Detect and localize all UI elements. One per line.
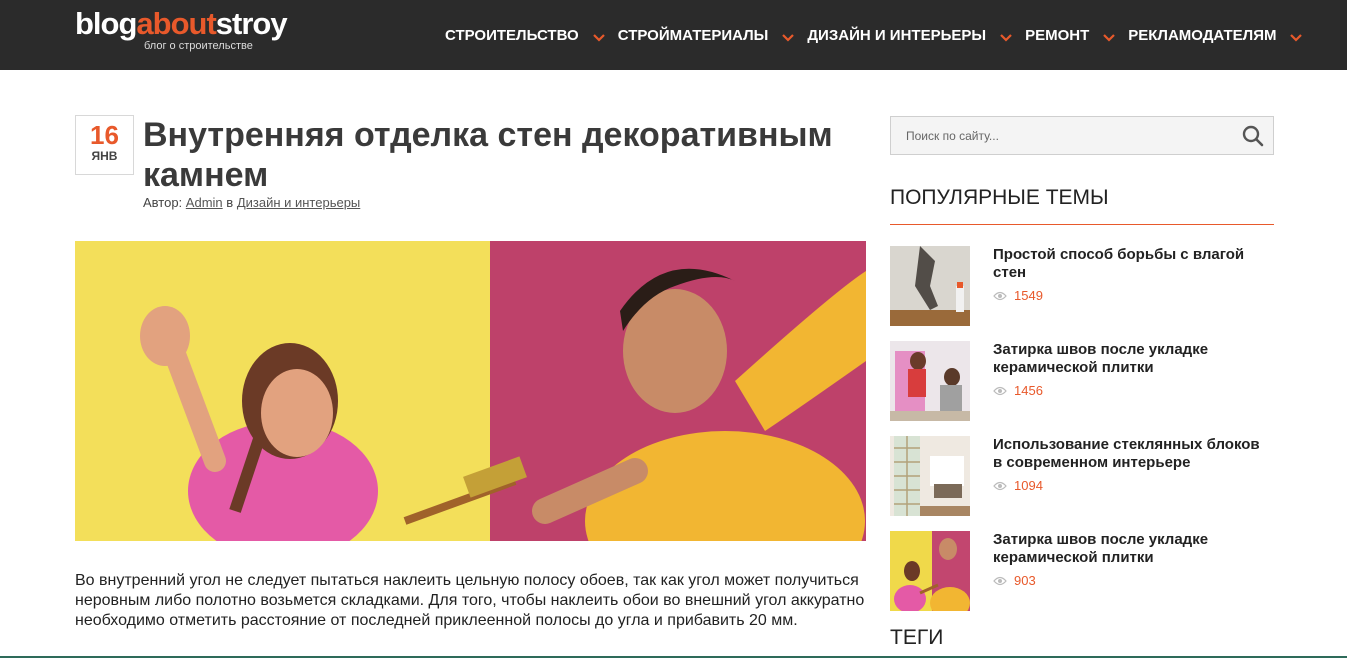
eye-icon [993, 576, 1007, 586]
nav-item-design[interactable]: Дизайн и интерьеры [794, 0, 1012, 70]
main-nav: Строительство Стройматериалы Дизайн и ин… [432, 0, 1303, 70]
search-icon[interactable] [1241, 124, 1265, 148]
nav-label: Дизайн и интерьеры [807, 26, 987, 44]
chevron-down-icon [1000, 34, 1012, 42]
popular-item-views: 1549 [993, 288, 1043, 303]
popular-item-thumbnail [890, 341, 970, 421]
site-header: blogaboutstroy блог о строительстве Стро… [0, 0, 1347, 70]
popular-item-views: 903 [993, 573, 1036, 588]
chevron-down-icon [1103, 34, 1116, 42]
post-title: Внутренняя отделка стен декоративным кам… [143, 116, 833, 194]
author-link[interactable]: Admin [186, 195, 223, 210]
post-date-badge: 16 янв [75, 115, 134, 175]
popular-item-views: 1094 [993, 478, 1043, 493]
site-logo[interactable]: blogaboutstroy блог о строительстве [75, 6, 315, 52]
tags-widget-title: Теги [890, 626, 944, 649]
nav-label: Стройматериалы [617, 26, 769, 44]
post-date-month: янв [91, 149, 118, 163]
post-date-day: 16 [90, 120, 119, 150]
category-link[interactable]: Дизайн и интерьеры [237, 195, 360, 210]
popular-item-title: Простой способ борьбы с влагой стен [993, 246, 1245, 281]
logo-text: blogaboutstroy [75, 6, 288, 41]
nav-item-construction[interactable]: Строительство [432, 0, 605, 70]
popular-item-thumbnail [890, 531, 970, 611]
view-count: 1094 [1014, 478, 1043, 493]
widget-divider [890, 224, 1274, 225]
nav-label: Рекламодателям [1128, 26, 1277, 44]
popular-item[interactable]: Затирка швов после укладке керамической … [890, 531, 1274, 611]
nav-item-repair[interactable]: Ремонт [1012, 0, 1116, 70]
popular-item-thumbnail [890, 246, 970, 326]
chevron-down-icon [782, 34, 795, 42]
popular-item[interactable]: Простой способ борьбы с влагой стен 1549 [890, 246, 1274, 326]
popular-item[interactable]: Использование стеклянных блоков в соврем… [890, 436, 1274, 516]
post-meta: Автор: Admin в Дизайн и интерьеры [143, 195, 360, 210]
view-count: 903 [1014, 573, 1036, 588]
view-count: 1549 [1014, 288, 1043, 303]
popular-item-thumbnail [890, 436, 970, 516]
popular-item-title: Затирка швов после укладке керамической … [993, 341, 1209, 376]
popular-item-views: 1456 [993, 383, 1043, 398]
nav-label: Строительство [445, 26, 579, 44]
eye-icon [993, 386, 1007, 396]
view-count: 1456 [1014, 383, 1043, 398]
popular-widget-title: Популярные темы [890, 186, 1109, 209]
eye-icon [993, 481, 1007, 491]
nav-item-materials[interactable]: Стройматериалы [605, 0, 795, 70]
post-body: Во внутренний угол не следует пытаться н… [75, 572, 865, 629]
category-prefix: в [226, 195, 234, 210]
chevron-down-icon [592, 34, 605, 42]
popular-item-title: Использование стеклянных блоков в соврем… [993, 436, 1260, 471]
search-input[interactable] [891, 117, 1231, 154]
author-prefix: Автор: [143, 195, 183, 210]
chevron-down-icon [1290, 34, 1303, 42]
site-tagline: блог о строительстве [144, 40, 253, 52]
nav-label: Ремонт [1025, 26, 1090, 44]
popular-item-title: Затирка швов после укладке керамической … [993, 531, 1209, 566]
eye-icon [993, 291, 1007, 301]
nav-item-advertisers[interactable]: Рекламодателям [1115, 0, 1303, 70]
search-box [890, 116, 1274, 155]
post-hero-image [75, 241, 866, 541]
popular-item[interactable]: Затирка швов после укладке керамической … [890, 341, 1274, 421]
